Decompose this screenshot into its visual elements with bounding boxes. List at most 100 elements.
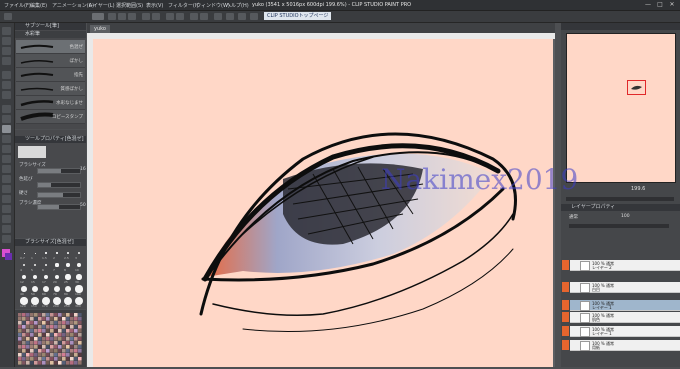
color-swatch[interactable] bbox=[70, 325, 74, 329]
color-swatch[interactable] bbox=[42, 361, 46, 365]
color-swatch[interactable] bbox=[42, 329, 46, 333]
layer-row[interactable]: 100 % 通常 レイヤー 1 bbox=[570, 326, 680, 337]
brush-size-option[interactable]: 200 bbox=[52, 297, 62, 308]
color-swatch[interactable] bbox=[58, 333, 62, 337]
color-swatch[interactable] bbox=[38, 345, 42, 349]
color-swatch[interactable] bbox=[66, 361, 70, 365]
brush-size-option[interactable]: 7 bbox=[52, 261, 62, 272]
color-swatch[interactable] bbox=[34, 321, 38, 325]
color-swatch[interactable] bbox=[70, 321, 74, 325]
color-swatch[interactable] bbox=[50, 325, 54, 329]
airbrush-tool-icon[interactable] bbox=[2, 135, 11, 143]
brush-size-option[interactable]: 40 bbox=[19, 285, 29, 296]
color-swatch[interactable] bbox=[22, 353, 26, 357]
color-swatch[interactable] bbox=[18, 361, 22, 365]
brush-size-option[interactable]: 3 bbox=[74, 249, 84, 260]
brush-size-option[interactable]: 80 bbox=[63, 285, 73, 296]
brush-size-option[interactable]: 250 bbox=[63, 297, 73, 308]
brush-size-option[interactable]: 50 bbox=[30, 285, 40, 296]
open-file-icon[interactable] bbox=[118, 13, 126, 20]
invert-selection-icon[interactable] bbox=[200, 13, 208, 20]
color-swatch[interactable] bbox=[38, 353, 42, 357]
brush-size-option[interactable]: 300 bbox=[74, 297, 84, 308]
color-swatch[interactable] bbox=[66, 357, 70, 361]
color-swatch[interactable] bbox=[62, 341, 66, 345]
brush-size-option[interactable]: 30 bbox=[74, 273, 84, 284]
subtool-group[interactable]: 水彩筆 bbox=[15, 31, 86, 38]
color-swatch[interactable] bbox=[18, 321, 22, 325]
color-swatch[interactable] bbox=[74, 361, 78, 365]
layer-visibility-toggle[interactable] bbox=[562, 260, 569, 270]
document-tab[interactable]: yuko bbox=[90, 25, 110, 33]
color-swatch[interactable] bbox=[46, 345, 50, 349]
color-swatch[interactable] bbox=[78, 321, 82, 325]
color-swatch[interactable] bbox=[18, 353, 22, 357]
color-swatch[interactable] bbox=[26, 317, 30, 321]
color-swatch[interactable] bbox=[46, 333, 50, 337]
deselect-icon[interactable] bbox=[190, 13, 198, 20]
brush-size-option[interactable]: 70 bbox=[52, 285, 62, 296]
move-layer-tool-icon[interactable] bbox=[2, 57, 11, 65]
color-swatch[interactable] bbox=[26, 345, 30, 349]
color-swatch[interactable] bbox=[22, 329, 26, 333]
brush-size-option[interactable]: 100 bbox=[74, 285, 84, 296]
color-swatch[interactable] bbox=[74, 341, 78, 345]
brush-size-option[interactable]: 4 bbox=[19, 261, 29, 272]
clear-icon[interactable] bbox=[166, 13, 174, 20]
brush-size-option[interactable]: 5 bbox=[30, 261, 40, 272]
color-swatch[interactable] bbox=[62, 349, 66, 353]
color-swatch[interactable] bbox=[30, 357, 34, 361]
color-swatch[interactable] bbox=[34, 349, 38, 353]
selection-tool-icon[interactable] bbox=[2, 71, 11, 79]
menu-filter[interactable]: フィルター(I) bbox=[168, 2, 198, 9]
color-swatch[interactable] bbox=[66, 317, 70, 321]
brush-size-option[interactable]: 60 bbox=[41, 285, 51, 296]
color-swatch[interactable] bbox=[26, 341, 30, 345]
menu-file[interactable]: ファイル(F) bbox=[4, 2, 31, 9]
undo-icon[interactable] bbox=[142, 13, 150, 20]
clip-studio-top-tab[interactable]: CLIP STUDIOトップページ bbox=[264, 12, 332, 20]
color-swatch[interactable] bbox=[42, 349, 46, 353]
hardness-slider[interactable] bbox=[37, 192, 81, 198]
color-swatch[interactable] bbox=[78, 345, 82, 349]
menu-layer[interactable]: レイヤー(L) bbox=[88, 2, 115, 9]
color-swatch[interactable] bbox=[58, 329, 62, 333]
color-swatch[interactable] bbox=[34, 361, 38, 365]
brush-size-option[interactable]: 8 bbox=[63, 261, 73, 272]
color-swatch[interactable] bbox=[50, 329, 54, 333]
color-swatch[interactable] bbox=[74, 329, 78, 333]
color-swatch[interactable] bbox=[70, 361, 74, 365]
color-swatch[interactable] bbox=[54, 321, 58, 325]
color-swatch[interactable] bbox=[38, 325, 42, 329]
color-swatch[interactable] bbox=[46, 341, 50, 345]
color-swatch[interactable] bbox=[46, 357, 50, 361]
color-swatch[interactable] bbox=[46, 349, 50, 353]
brush-size-option[interactable]: 1.5 bbox=[41, 249, 51, 260]
color-swatch[interactable] bbox=[22, 321, 26, 325]
color-swatch[interactable] bbox=[74, 317, 78, 321]
layer-opacity[interactable]: 100 bbox=[621, 214, 630, 219]
color-swatch[interactable] bbox=[58, 349, 62, 353]
color-swatch[interactable] bbox=[50, 349, 54, 353]
navigator-view-rect[interactable] bbox=[627, 80, 646, 95]
color-swatch[interactable] bbox=[66, 337, 70, 341]
color-swatch[interactable] bbox=[34, 313, 38, 317]
layer-visibility-toggle[interactable] bbox=[562, 312, 569, 322]
color-swatch[interactable] bbox=[30, 333, 34, 337]
settings-icon[interactable] bbox=[250, 13, 258, 20]
brush-size-slider[interactable] bbox=[37, 168, 81, 174]
layer-row[interactable]: 100 % 通常 レイヤー 1 bbox=[570, 300, 680, 311]
color-swatch[interactable] bbox=[66, 321, 70, 325]
color-swatch[interactable] bbox=[54, 313, 58, 317]
color-swatch[interactable] bbox=[74, 325, 78, 329]
color-swatch[interactable] bbox=[50, 353, 54, 357]
close-icon[interactable]: ✕ bbox=[668, 1, 676, 8]
brush-item-finger[interactable]: 指先 bbox=[16, 68, 85, 82]
brush-size-option[interactable]: 17 bbox=[41, 273, 51, 284]
color-swatch[interactable] bbox=[58, 357, 62, 361]
color-swatch[interactable] bbox=[66, 349, 70, 353]
color-swatch[interactable] bbox=[34, 325, 38, 329]
color-swatch[interactable] bbox=[54, 317, 58, 321]
color-swatch[interactable] bbox=[78, 337, 82, 341]
brush-size-option[interactable]: 170 bbox=[41, 297, 51, 308]
